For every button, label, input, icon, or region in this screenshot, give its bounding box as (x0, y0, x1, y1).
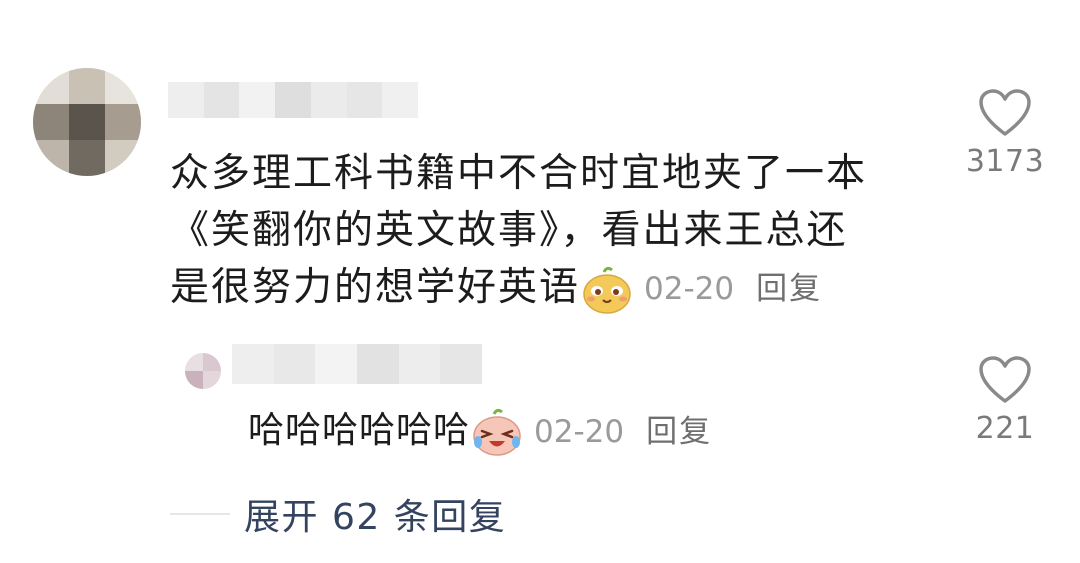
expand-replies-label[interactable]: 展开 62 条回复 (244, 488, 506, 540)
name-pixel (203, 82, 240, 118)
reply-date: 02-20 (534, 414, 625, 450)
avatar-pixel (203, 353, 221, 371)
name-pixel (275, 82, 311, 118)
name-pixel (168, 82, 204, 118)
reply-like-button[interactable]: 221 (960, 355, 1050, 446)
reply-text: 哈哈哈哈哈哈 (248, 410, 471, 451)
like-count: 3173 (965, 144, 1045, 179)
reply-button[interactable]: 回复 (756, 261, 822, 318)
avatar-pixel (33, 140, 69, 176)
comment-line-text: 是很努力的想学好英语 (170, 265, 581, 310)
name-pixel (310, 82, 347, 118)
comment-line-last: 是很努力的想学好英语 02-20 回复 (170, 259, 940, 318)
avatar-pixel (33, 104, 69, 140)
reply-body: 哈哈哈哈哈哈 02-20 回复 (248, 404, 712, 459)
name-pixel (357, 344, 399, 384)
smug-face-emoji-icon (582, 266, 632, 314)
name-pixel (440, 344, 483, 384)
reply-like-count: 221 (975, 411, 1035, 446)
comment-date: 02-20 (644, 271, 735, 307)
name-pixel (346, 82, 383, 118)
comment-line: 众多理工科书籍中不合时宜地夹了一本 (170, 151, 868, 196)
laughing-crying-face-emoji-icon (472, 408, 522, 456)
avatar-pixel (185, 371, 203, 389)
avatar-pixel (105, 140, 141, 176)
expand-replies-button[interactable]: 展开 62 条回复 (170, 488, 506, 540)
name-pixel (315, 344, 358, 384)
avatar-pixel (69, 68, 105, 104)
username-blurred[interactable] (168, 82, 419, 118)
comment-line: 《笑翻你的英文故事》，看出来王总还 (170, 208, 848, 253)
avatar-pixel (185, 353, 203, 371)
reply-user-avatar[interactable] (185, 353, 221, 389)
avatar-pixel (69, 140, 105, 176)
name-pixel (398, 344, 441, 384)
reply-to-reply-button[interactable]: 回复 (646, 405, 712, 459)
heart-outline-icon[interactable] (978, 355, 1032, 405)
expand-divider (170, 513, 230, 515)
avatar-pixel (203, 371, 221, 389)
name-pixel (232, 344, 274, 384)
reply-username-blurred[interactable] (232, 344, 483, 384)
avatar-pixel (69, 104, 105, 140)
comment-body: 众多理工科书籍中不合时宜地夹了一本 《笑翻你的英文故事》，看出来王总还 是很努力… (170, 145, 940, 318)
name-pixel (239, 82, 276, 118)
avatar-pixel (105, 104, 141, 140)
name-pixel (273, 344, 316, 384)
heart-outline-icon[interactable] (978, 88, 1032, 138)
name-pixel (382, 82, 419, 118)
user-avatar[interactable] (33, 68, 141, 176)
avatar-pixel (33, 68, 69, 104)
like-button[interactable]: 3173 (960, 88, 1050, 179)
avatar-pixel (105, 68, 141, 104)
